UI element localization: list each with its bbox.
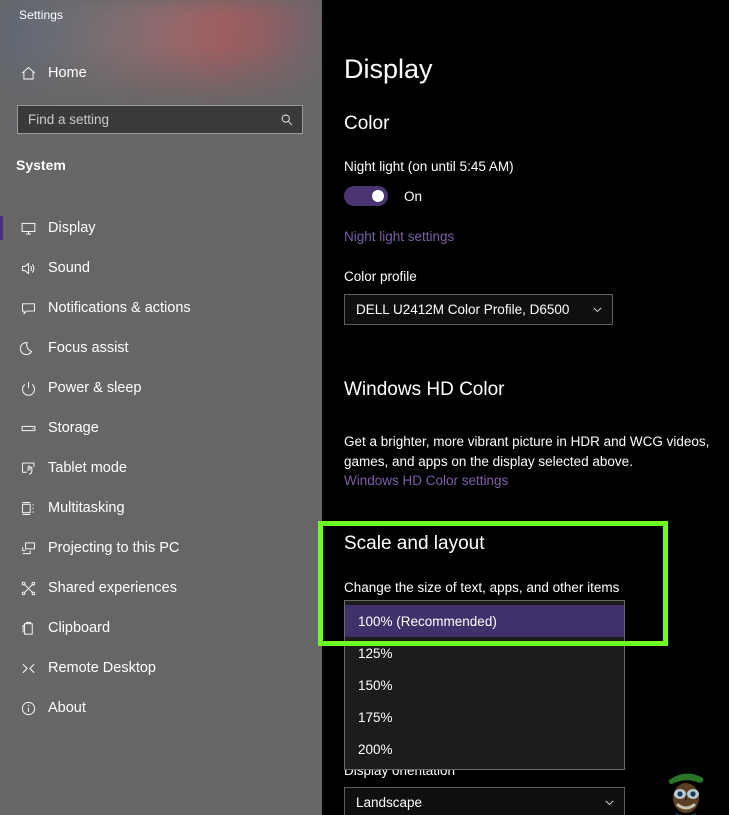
chevron-down-icon xyxy=(582,303,612,316)
color-profile-dropdown[interactable]: DELL U2412M Color Profile, D6500 xyxy=(344,294,613,325)
notification-icon xyxy=(8,300,48,317)
sidebar-item-home-label: Home xyxy=(48,65,87,81)
sidebar-item-label: Projecting to this PC xyxy=(48,540,179,556)
night-light-settings-link[interactable]: Night light settings xyxy=(344,229,454,244)
sidebar-item-clipboard[interactable]: Clipboard xyxy=(0,608,322,648)
sidebar-item-label: Storage xyxy=(48,420,99,436)
sidebar-item-label: Notifications & actions xyxy=(48,300,191,316)
share-icon xyxy=(8,580,48,597)
display-orientation-dropdown[interactable]: Landscape xyxy=(344,787,625,815)
hd-color-section-heading: Windows HD Color xyxy=(344,379,504,401)
color-profile-value: DELL U2412M Color Profile, D6500 xyxy=(345,302,582,317)
color-profile-label: Color profile xyxy=(344,269,417,284)
search-icon[interactable] xyxy=(272,106,302,133)
sidebar-item-label: Power & sleep xyxy=(48,380,142,396)
tablet-icon xyxy=(8,460,48,477)
settings-window: Settings Home System xyxy=(0,0,729,815)
night-light-label: Night light (on until 5:45 AM) xyxy=(344,159,514,174)
window-title: Settings xyxy=(19,8,63,22)
clipboard-icon xyxy=(8,620,48,637)
sidebar-item-label: About xyxy=(48,700,86,716)
toggle-knob xyxy=(372,190,384,202)
sidebar-nav-list: Display Sound Notifica xyxy=(0,208,322,728)
sidebar-group-title: System xyxy=(16,157,66,173)
display-settings-panel: Display Color Night light (on until 5:45… xyxy=(322,0,729,815)
night-light-toggle[interactable] xyxy=(344,186,388,206)
sidebar-item-label: Display xyxy=(48,220,96,236)
sidebar-item-sound[interactable]: Sound xyxy=(0,248,322,288)
sidebar-item-shared-experiences[interactable]: Shared experiences xyxy=(0,568,322,608)
sidebar-item-label: Clipboard xyxy=(48,620,110,636)
display-orientation-value: Landscape xyxy=(345,795,594,810)
search-input[interactable] xyxy=(18,112,272,127)
home-icon xyxy=(8,65,48,82)
sidebar-item-label: Multitasking xyxy=(48,500,125,516)
power-icon xyxy=(8,380,48,397)
multitasking-icon xyxy=(8,500,48,517)
sidebar-item-projecting[interactable]: Projecting to this PC xyxy=(0,528,322,568)
settings-sidebar: Settings Home System xyxy=(0,0,322,815)
watermark-mascot xyxy=(656,762,716,815)
sidebar-item-notifications[interactable]: Notifications & actions xyxy=(0,288,322,328)
sidebar-item-label: Sound xyxy=(48,260,90,276)
sidebar-item-about[interactable]: About xyxy=(0,688,322,728)
scale-option[interactable]: 100% (Recommended) xyxy=(345,605,624,637)
color-section-heading: Color xyxy=(344,113,389,135)
scale-size-label: Change the size of text, apps, and other… xyxy=(344,580,619,595)
remote-desktop-icon xyxy=(8,660,48,677)
hd-color-description: Get a brighter, more vibrant picture in … xyxy=(344,432,729,472)
search-field[interactable] xyxy=(17,105,303,134)
scale-option[interactable]: 200% xyxy=(345,733,624,765)
page-title: Display xyxy=(344,54,433,85)
scale-option[interactable]: 150% xyxy=(345,669,624,701)
sidebar-item-tablet-mode[interactable]: Tablet mode xyxy=(0,448,322,488)
project-icon xyxy=(8,540,48,557)
drive-icon xyxy=(8,420,48,437)
scale-option[interactable]: 125% xyxy=(345,637,624,669)
sidebar-item-label: Remote Desktop xyxy=(48,660,156,676)
monitor-icon xyxy=(8,220,48,237)
sidebar-item-label: Tablet mode xyxy=(48,460,127,476)
night-light-state-label: On xyxy=(404,189,422,204)
sidebar-item-label: Focus assist xyxy=(48,340,129,356)
info-icon xyxy=(8,700,48,717)
night-light-toggle-row: On xyxy=(344,186,422,206)
scale-and-layout-heading: Scale and layout xyxy=(344,533,485,555)
sidebar-item-remote-desktop[interactable]: Remote Desktop xyxy=(0,648,322,688)
sidebar-item-display[interactable]: Display xyxy=(0,208,322,248)
hd-color-settings-link[interactable]: Windows HD Color settings xyxy=(344,473,508,488)
sidebar-item-multitasking[interactable]: Multitasking xyxy=(0,488,322,528)
sidebar-item-focus-assist[interactable]: Focus assist xyxy=(0,328,322,368)
speaker-icon xyxy=(8,260,48,277)
moon-icon xyxy=(8,340,48,357)
scale-dropdown-list[interactable]: 100% (Recommended) 125% 150% 175% 200% xyxy=(344,600,625,770)
scale-option[interactable]: 175% xyxy=(345,701,624,733)
chevron-down-icon xyxy=(594,796,624,809)
sidebar-item-storage[interactable]: Storage xyxy=(0,408,322,448)
sidebar-item-home[interactable]: Home xyxy=(0,58,322,88)
sidebar-item-label: Shared experiences xyxy=(48,580,177,596)
sidebar-item-power-sleep[interactable]: Power & sleep xyxy=(0,368,322,408)
